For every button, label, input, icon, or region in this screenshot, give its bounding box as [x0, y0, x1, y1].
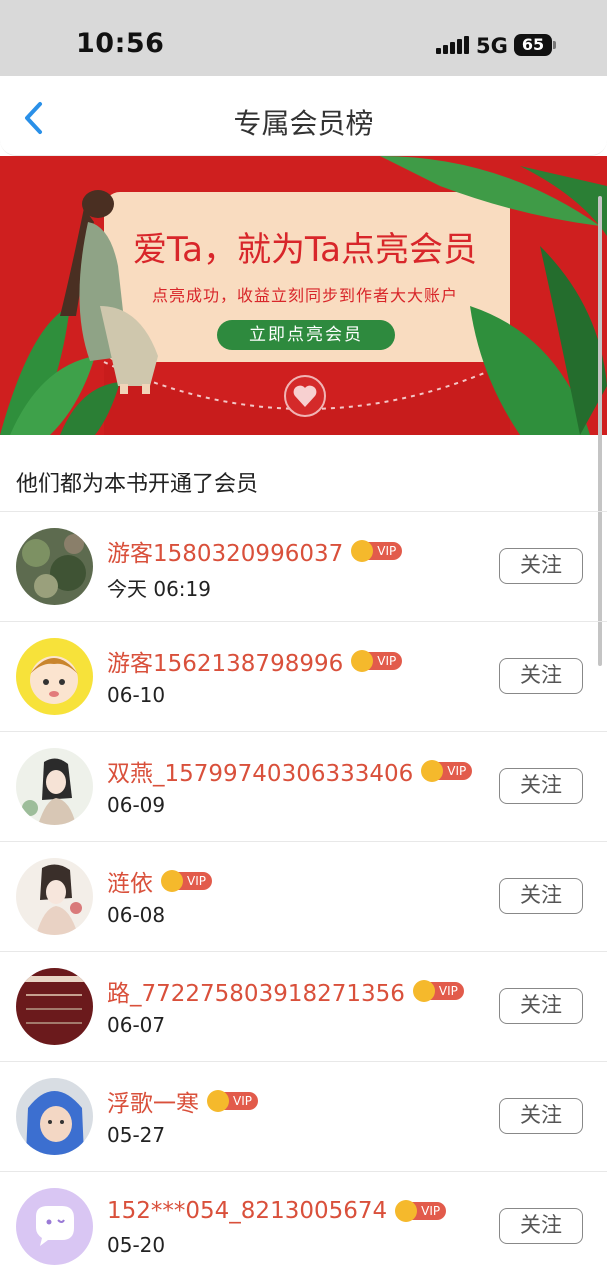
avatar[interactable] — [16, 638, 93, 715]
follow-button[interactable]: 关注 — [499, 1098, 583, 1134]
member-date: 今天 06:19 — [107, 577, 211, 601]
member-name[interactable]: 游客1562138798996 — [107, 644, 343, 678]
crown-icon — [412, 980, 435, 1002]
battery-icon: 65 — [514, 34, 552, 56]
vip-badge: VIP — [421, 760, 473, 782]
list-item[interactable]: 152***054_8213005674 VIP 05-20 关注 — [0, 1172, 607, 1280]
avatar[interactable] — [16, 1188, 93, 1265]
list-item[interactable]: 双燕_15799740306333406 VIP 06-09 关注 — [0, 732, 607, 842]
follow-button[interactable]: 关注 — [499, 768, 583, 804]
light-up-membership-button[interactable]: 立即点亮会员 — [217, 320, 395, 350]
avatar[interactable] — [16, 528, 93, 605]
avatar[interactable] — [16, 1078, 93, 1155]
vip-badge: VIP — [351, 650, 403, 672]
follow-button[interactable]: 关注 — [499, 1208, 583, 1244]
vip-badge: VIP — [395, 1200, 447, 1222]
member-name[interactable]: 浮歌一寒 — [107, 1084, 199, 1118]
status-time: 10:56 — [76, 28, 165, 59]
follow-button[interactable]: 关注 — [499, 548, 583, 584]
follow-button[interactable]: 关注 — [499, 878, 583, 914]
vip-badge: VIP — [351, 540, 403, 562]
list-item[interactable]: 浮歌一寒 VIP 05-27 关注 — [0, 1062, 607, 1172]
member-name[interactable]: 双燕_15799740306333406 — [107, 754, 413, 788]
member-name[interactable]: 路_772275803918271356 — [107, 974, 405, 1008]
signal-icon — [436, 36, 469, 54]
page-title: 专属会员榜 — [233, 107, 374, 140]
list-item[interactable]: 游客1580320996037 VIP 今天 06:19 关注 — [0, 512, 607, 622]
member-date: 05-20 — [107, 1233, 166, 1257]
battery-tip — [553, 41, 556, 49]
promo-banner[interactable]: 爱Ta，就为Ta点亮会员 点亮成功，收益立刻同步到作者大大账户 立即点亮会员 — [0, 156, 607, 435]
member-name[interactable]: 涟依 — [107, 864, 153, 898]
member-list: 游客1580320996037 VIP 今天 06:19 关注 游客156213… — [0, 512, 607, 1280]
vip-badge: VIP — [161, 870, 212, 892]
network-type: 5G — [476, 34, 508, 58]
crown-icon — [207, 1090, 229, 1112]
status-bar: 10:56 5G 65 — [0, 0, 607, 76]
nav-bar: 专属会员榜 — [0, 76, 607, 156]
crown-icon — [395, 1200, 418, 1222]
member-date: 06-10 — [107, 683, 166, 707]
list-item[interactable]: 游客1562138798996 VIP 06-10 关注 — [0, 622, 607, 732]
list-item[interactable]: 涟依 VIP 06-08 关注 — [0, 842, 607, 952]
vip-badge: VIP — [207, 1090, 258, 1112]
member-name[interactable]: 游客1580320996037 — [107, 534, 343, 568]
member-date: 05-27 — [107, 1123, 166, 1147]
avatar[interactable] — [16, 968, 93, 1045]
banner-subtitle: 点亮成功，收益立刻同步到作者大大账户 — [151, 286, 458, 305]
avatar[interactable] — [16, 858, 93, 935]
member-date: 06-09 — [107, 793, 166, 817]
section-title: 他们都为本书开通了会员 — [16, 472, 259, 497]
banner-headline: 爱Ta，就为Ta点亮会员 — [133, 230, 477, 270]
crown-icon — [161, 870, 183, 892]
member-name[interactable]: 152***054_8213005674 — [107, 1198, 387, 1224]
chat-bubble-icon — [16, 1188, 93, 1265]
member-date: 06-07 — [107, 1013, 166, 1037]
list-item[interactable]: 路_772275803918271356 VIP 06-07 关注 — [0, 952, 607, 1062]
vip-badge: VIP — [412, 980, 464, 1002]
follow-button[interactable]: 关注 — [499, 988, 583, 1024]
follow-button[interactable]: 关注 — [499, 658, 583, 694]
avatar[interactable] — [16, 748, 93, 825]
member-date: 06-08 — [107, 903, 166, 927]
